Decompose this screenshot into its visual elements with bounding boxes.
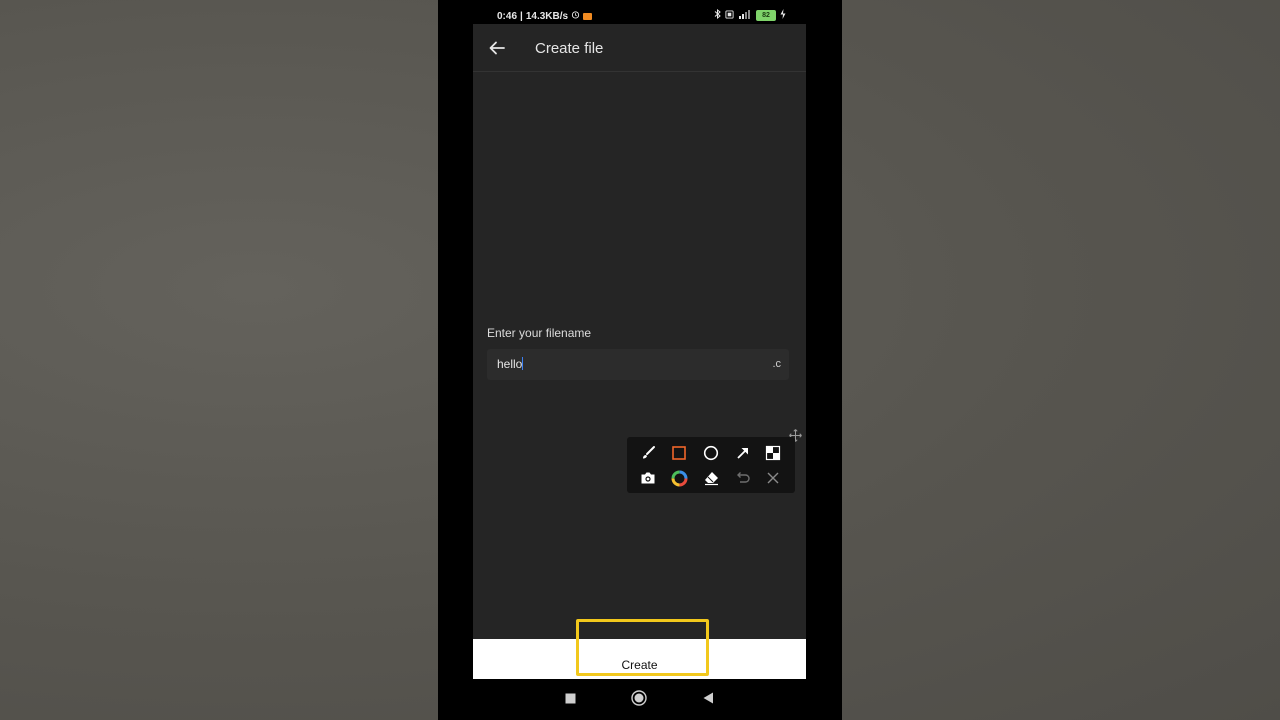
filename-label: Enter your filename — [487, 326, 592, 340]
navigation-bar — [473, 679, 806, 720]
annotation-toolbox — [627, 437, 795, 493]
brush-icon[interactable] — [639, 444, 657, 462]
create-button[interactable]: Create — [473, 639, 806, 679]
recents-button[interactable] — [561, 691, 579, 709]
arrow-left-icon — [485, 41, 509, 64]
filename-field[interactable]: hello .c — [487, 349, 789, 380]
filename-value: hello — [497, 357, 523, 371]
status-time: 0:46 — [497, 10, 518, 22]
color-wheel-icon[interactable] — [670, 469, 688, 487]
arrow-icon[interactable] — [734, 444, 752, 462]
home-circle-icon — [631, 689, 647, 711]
page-title: Create file — [535, 40, 604, 57]
alarm-icon — [571, 10, 580, 22]
sim-icon — [725, 9, 734, 22]
charging-icon — [780, 9, 786, 22]
camera-icon[interactable] — [639, 469, 657, 487]
status-network-speed: 14.3KB/s — [525, 10, 569, 22]
triangle-back-icon — [703, 691, 714, 709]
undo-icon[interactable] — [734, 469, 752, 487]
bluetooth-icon — [714, 8, 721, 22]
circle-icon[interactable] — [702, 444, 720, 462]
back-nav-button[interactable] — [699, 691, 717, 709]
file-extension-suffix: .c — [772, 358, 781, 370]
rectangle-icon[interactable] — [670, 444, 688, 462]
text-caret — [522, 357, 524, 370]
signal-icon — [738, 9, 752, 22]
app-bar: Create file — [473, 24, 806, 72]
home-button[interactable] — [630, 689, 648, 711]
mosaic-icon[interactable] — [764, 444, 782, 462]
create-file-screen: Create file Enter your filename hello .c — [473, 24, 806, 640]
square-icon — [565, 691, 576, 709]
back-button[interactable] — [485, 36, 509, 60]
create-bar: Create — [473, 639, 806, 679]
notification-icon — [583, 12, 593, 20]
battery-icon: 82 — [756, 10, 776, 21]
phone-screen: 0:46 | 14.3KB/s 82 Create file Enter you… — [473, 0, 806, 720]
close-icon[interactable] — [764, 469, 782, 487]
eraser-icon[interactable] — [702, 469, 720, 487]
filename-input[interactable]: hello — [497, 357, 524, 371]
phone-frame: 0:46 | 14.3KB/s 82 Create file Enter you… — [438, 0, 842, 720]
